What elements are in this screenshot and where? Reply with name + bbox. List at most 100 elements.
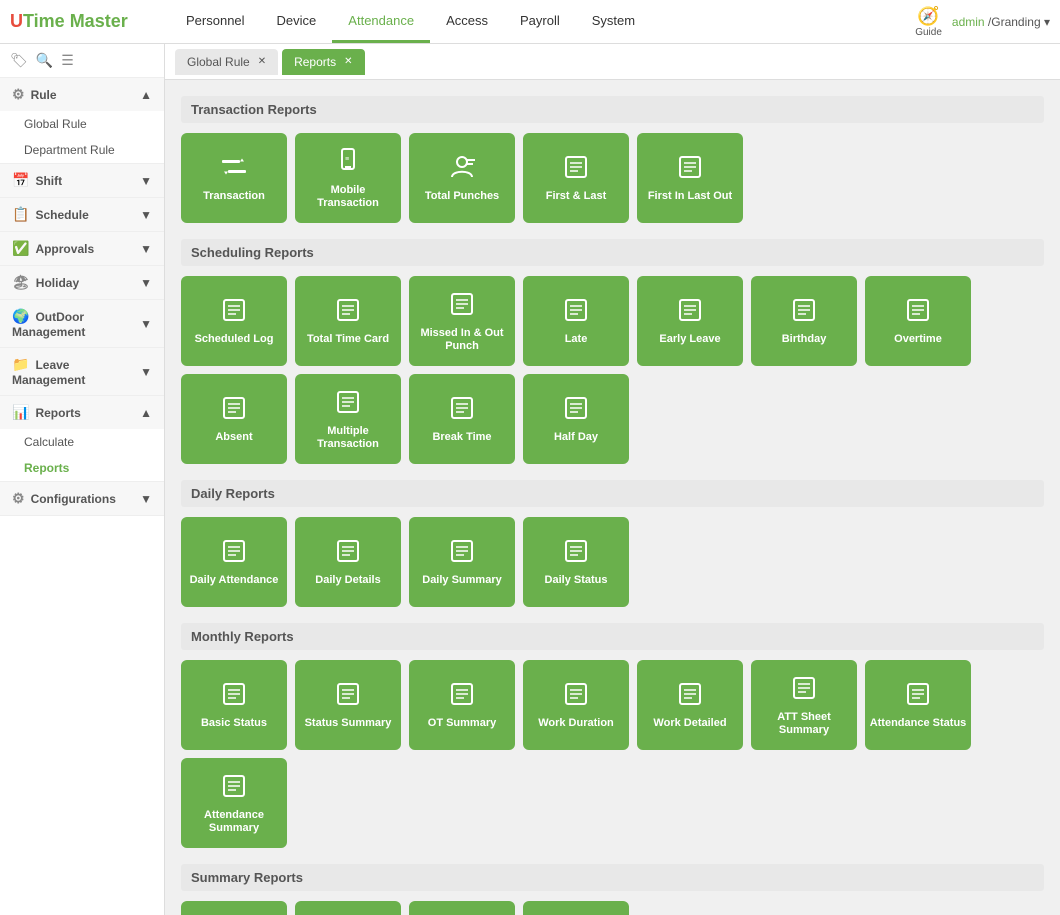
report-card-attendance-status[interactable]: Attendance Status <box>865 660 971 750</box>
report-card-work-duration[interactable]: Work Duration <box>523 660 629 750</box>
report-card-first-in-last-out[interactable]: First In Last Out <box>637 133 743 223</box>
nav-link-payroll[interactable]: Payroll <box>504 1 576 43</box>
report-card-department-summary[interactable]: Department Summary <box>409 901 515 915</box>
card-icon-late <box>561 295 591 329</box>
card-icon-absent <box>219 393 249 427</box>
report-card-total-punches[interactable]: Total Punches <box>409 133 515 223</box>
section-title-1: Scheduling Reports <box>181 239 1044 266</box>
nav-link-attendance[interactable]: Attendance <box>332 1 430 43</box>
report-card-daily-details[interactable]: Daily Details <box>295 517 401 607</box>
report-card-leave-summary[interactable]: Leave Summary <box>295 901 401 915</box>
card-label-total-punches: Total Punches <box>425 190 499 203</box>
report-card-att-sheet-summary[interactable]: ATT Sheet Summary <box>751 660 857 750</box>
card-icon-attendance-summary <box>219 771 249 805</box>
menu-icon[interactable]: ☰ <box>61 52 74 69</box>
layout: 🏷 🔍 ☰ ⚙Rule▲Global RuleDepartment Rule📅S… <box>0 44 1060 915</box>
tag-icon[interactable]: 🏷 <box>10 52 28 69</box>
user-info[interactable]: admin /Granding ▾ <box>952 15 1050 29</box>
card-label-overtime: Overtime <box>894 333 942 346</box>
report-card-yearly-summary[interactable]: Yearly Summary <box>523 901 629 915</box>
report-card-break-time[interactable]: Break Time <box>409 374 515 464</box>
nav-link-access[interactable]: Access <box>430 1 504 43</box>
sidebar-header-approvals[interactable]: ✅Approvals▼ <box>0 232 164 265</box>
report-card-overtime[interactable]: Overtime <box>865 276 971 366</box>
card-label-transaction: Transaction <box>203 190 265 203</box>
report-card-absent[interactable]: Absent <box>181 374 287 464</box>
nav-link-personnel[interactable]: Personnel <box>170 1 261 43</box>
card-label-missed-in---out-punch: Missed In & Out Punch <box>413 327 511 353</box>
report-card-multiple-transaction[interactable]: Multiple Transaction <box>295 374 401 464</box>
report-card-total-time-card[interactable]: Total Time Card <box>295 276 401 366</box>
top-nav: UTime Master PersonnelDeviceAttendanceAc… <box>0 0 1060 44</box>
sidebar-icon-leave-management: 📁 <box>12 356 29 372</box>
guide-button[interactable]: 🧭 Guide <box>915 6 942 38</box>
sidebar-header-outdoor-management[interactable]: 🌍OutDoor Management▼ <box>0 300 164 347</box>
report-card-work-detailed[interactable]: Work Detailed <box>637 660 743 750</box>
card-label-mobile-transaction: Mobile Transaction <box>299 184 397 210</box>
report-card-birthday[interactable]: Birthday <box>751 276 857 366</box>
report-card-daily-attendance[interactable]: Daily Attendance <box>181 517 287 607</box>
nav-link-system[interactable]: System <box>576 1 651 43</box>
card-label-late: Late <box>565 333 588 346</box>
tab-reports-close[interactable]: ✕ <box>344 56 352 67</box>
sidebar-header-rule[interactable]: ⚙Rule▲ <box>0 78 164 111</box>
nav-link-device[interactable]: Device <box>261 1 333 43</box>
card-icon-work-detailed <box>675 679 705 713</box>
sidebar-item-calculate[interactable]: Calculate <box>0 429 164 455</box>
report-card-daily-summary[interactable]: Daily Summary <box>409 517 515 607</box>
user-separator: /Granding <box>988 15 1041 29</box>
report-card-basic-status[interactable]: Basic Status <box>181 660 287 750</box>
report-card-ot-summary[interactable]: OT Summary <box>409 660 515 750</box>
search-icon[interactable]: 🔍 <box>36 52 53 69</box>
card-icon-half-day <box>561 393 591 427</box>
sidebar-header-holiday[interactable]: 🏖Holiday▼ <box>0 266 164 299</box>
card-icon-break-time <box>447 393 477 427</box>
card-label-status-summary: Status Summary <box>305 717 392 730</box>
report-card-scheduled-log[interactable]: Scheduled Log <box>181 276 287 366</box>
report-card-transaction[interactable]: Transaction <box>181 133 287 223</box>
tab-reports-label: Reports <box>294 55 336 69</box>
report-card-status-summary[interactable]: Status Summary <box>295 660 401 750</box>
sidebar-icon-shift: 📅 <box>12 172 29 188</box>
card-label-att-sheet-summary: ATT Sheet Summary <box>755 711 853 737</box>
card-label-attendance-status: Attendance Status <box>870 717 967 730</box>
tab-reports[interactable]: Reports ✕ <box>282 49 364 75</box>
report-card-attendance-summary[interactable]: Attendance Summary <box>181 758 287 848</box>
card-icon-attendance-status <box>903 679 933 713</box>
sidebar-header-schedule[interactable]: 📋Schedule▼ <box>0 198 164 231</box>
sidebar-header-shift[interactable]: 📅Shift▼ <box>0 164 164 197</box>
tab-global-rule[interactable]: Global Rule ✕ <box>175 49 278 75</box>
card-label-daily-summary: Daily Summary <box>422 574 501 587</box>
card-icon-overtime <box>903 295 933 329</box>
chevron-icon: ▼ <box>140 242 152 256</box>
logo-text: UTime Master <box>10 11 128 32</box>
tab-global-rule-close[interactable]: ✕ <box>258 56 266 67</box>
sidebar-item-reports[interactable]: Reports <box>0 455 164 481</box>
sidebar-icon-configurations: ⚙ <box>12 490 25 506</box>
sidebar-item-global-rule[interactable]: Global Rule <box>0 111 164 137</box>
card-label-work-duration: Work Duration <box>538 717 614 730</box>
card-icon-first-in-last-out <box>675 152 705 186</box>
sidebar-header-reports[interactable]: 📊Reports▲ <box>0 396 164 429</box>
report-card-early-leave[interactable]: Early Leave <box>637 276 743 366</box>
sidebar-top-icons: 🏷 🔍 ☰ <box>0 44 164 78</box>
cards-grid-0: Transaction ≡ Mobile Transaction Total Punc… <box>181 133 1044 223</box>
report-card-missed-in---out-punch[interactable]: Missed In & Out Punch <box>409 276 515 366</box>
sidebar-section-holiday: 🏖Holiday▼ <box>0 266 164 300</box>
user-chevron-icon: ▾ <box>1044 15 1050 29</box>
sidebar-header-leave-management[interactable]: 📁Leave Management▼ <box>0 348 164 395</box>
report-card-mobile-transaction[interactable]: ≡ Mobile Transaction <box>295 133 401 223</box>
report-card-daily-status[interactable]: Daily Status <box>523 517 629 607</box>
report-card-employee-summary[interactable]: Employee Summary <box>181 901 287 915</box>
card-icon-scheduled-log <box>219 295 249 329</box>
report-card-late[interactable]: Late <box>523 276 629 366</box>
sidebar: 🏷 🔍 ☰ ⚙Rule▲Global RuleDepartment Rule📅S… <box>0 44 165 915</box>
report-card-half-day[interactable]: Half Day <box>523 374 629 464</box>
card-icon-daily-details <box>333 536 363 570</box>
sidebar-item-department-rule[interactable]: Department Rule <box>0 137 164 163</box>
chevron-icon: ▼ <box>140 174 152 188</box>
report-card-first---last[interactable]: First & Last <box>523 133 629 223</box>
card-icon-mobile-transaction: ≡ <box>333 146 363 180</box>
card-label-basic-status: Basic Status <box>201 717 267 730</box>
sidebar-header-configurations[interactable]: ⚙Configurations▼ <box>0 482 164 515</box>
